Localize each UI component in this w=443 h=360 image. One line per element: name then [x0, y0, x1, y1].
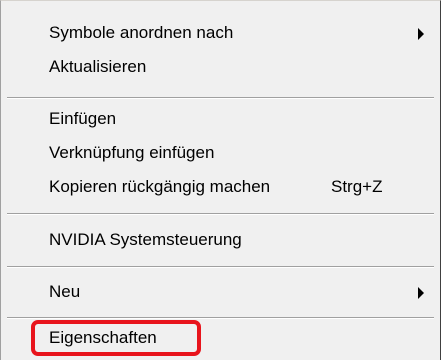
menu-separator [7, 97, 434, 99]
desktop-context-menu: Symbole anordnen nach Aktualisieren Einf… [0, 0, 441, 360]
submenu-arrow-icon [418, 287, 424, 299]
menu-item-arrange-icons[interactable]: Symbole anordnen nach [1, 18, 440, 48]
highlight-box [31, 320, 201, 356]
menu-item-label: Aktualisieren [49, 57, 147, 76]
menu-item-label: NVIDIA Systemsteuerung [49, 230, 242, 249]
menu-item-label: Neu [49, 282, 81, 301]
menu-item-refresh[interactable]: Aktualisieren [1, 52, 440, 82]
menu-item-nvidia-control-panel[interactable]: NVIDIA Systemsteuerung [1, 225, 440, 255]
submenu-arrow-icon [418, 28, 424, 40]
menu-item-paste[interactable]: Einfügen [1, 104, 440, 134]
menu-item-shortcut: Strg+Z [331, 177, 383, 196]
menu-separator [7, 317, 434, 319]
menu-item-paste-shortcut[interactable]: Verknüpfung einfügen [1, 138, 440, 168]
menu-item-label: Verknüpfung einfügen [49, 143, 215, 162]
menu-item-label: Kopieren rückgängig machen [49, 177, 271, 196]
menu-item-new[interactable]: Neu [1, 277, 440, 307]
menu-item-label: Einfügen [49, 109, 117, 128]
menu-item-undo-copy[interactable]: Kopieren rückgängig machen Strg+Z [1, 172, 440, 202]
menu-separator [7, 266, 434, 268]
menu-item-label: Symbole anordnen nach [49, 23, 234, 42]
menu-separator [7, 213, 434, 215]
